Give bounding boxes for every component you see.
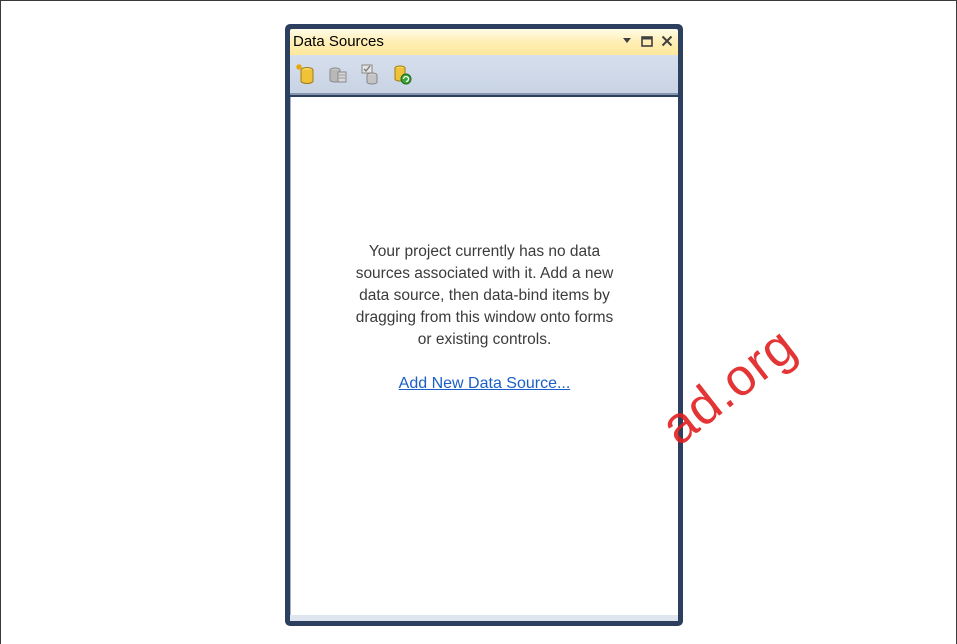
message-line: or existing controls. — [417, 331, 552, 348]
maximize-icon[interactable] — [640, 32, 654, 50]
panel-toolbar — [290, 55, 678, 95]
chevron-down-icon[interactable] — [620, 32, 634, 50]
message-line: data source, then data-bind items by — [359, 287, 610, 304]
panel-titlebar[interactable]: Data Sources — [290, 29, 678, 55]
add-new-data-source-link[interactable]: Add New Data Source... — [291, 375, 678, 393]
message-line: sources associated with it. Add a new — [355, 265, 614, 282]
panel-content: Your project currently has no data sourc… — [290, 97, 678, 615]
database-refresh-icon[interactable] — [392, 63, 412, 85]
empty-state-message: Your project currently has no data sourc… — [291, 241, 678, 351]
data-sources-panel: Data Sources Your project currently has … — [285, 24, 683, 626]
title-buttons — [620, 32, 674, 50]
configure-dataset-icon[interactable] — [360, 63, 380, 85]
dataset-designer-icon[interactable] — [328, 63, 348, 85]
close-icon[interactable] — [660, 32, 674, 50]
message-line: dragging from this window onto forms — [355, 309, 614, 326]
database-add-icon[interactable] — [296, 63, 316, 85]
message-line: Your project currently has no data — [368, 243, 601, 260]
panel-title: Data Sources — [293, 33, 384, 50]
panel-bottom-strip — [290, 615, 678, 621]
